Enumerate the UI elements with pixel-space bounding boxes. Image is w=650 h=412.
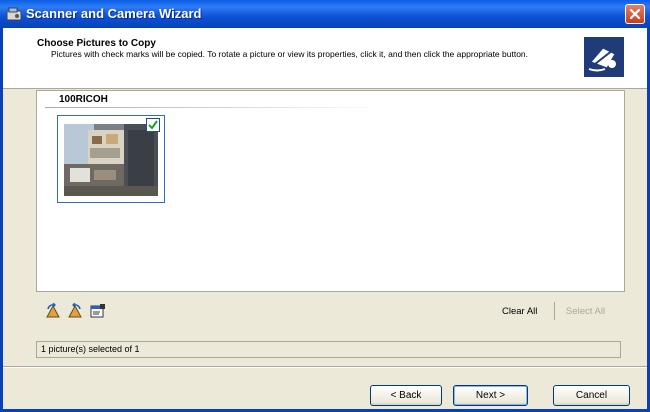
page-description: Pictures with check marks will be copied… bbox=[51, 49, 529, 59]
rotate-clockwise-icon[interactable] bbox=[45, 303, 61, 319]
cancel-button[interactable]: Cancel bbox=[553, 385, 630, 406]
toolbar-separator bbox=[554, 302, 555, 320]
select-all-button[interactable]: Select All bbox=[566, 306, 605, 317]
picture-select-checkbox[interactable] bbox=[146, 118, 160, 132]
picture-list-panel[interactable]: 100RICOH bbox=[36, 90, 625, 292]
folder-label: 100RICOH bbox=[59, 94, 108, 105]
window-title: Scanner and Camera Wizard bbox=[26, 6, 202, 21]
page-title: Choose Pictures to Copy bbox=[37, 38, 156, 49]
rotate-counterclockwise-icon[interactable] bbox=[67, 303, 83, 319]
scanner-camera-wizard-window: Scanner and Camera Wizard Choose Picture… bbox=[0, 0, 650, 412]
picture-thumbnail[interactable] bbox=[57, 115, 165, 203]
clear-all-button[interactable]: Clear All bbox=[502, 306, 537, 317]
close-icon bbox=[629, 8, 641, 20]
picture-thumbnail-image bbox=[64, 124, 158, 196]
back-button[interactable]: < Back bbox=[370, 385, 442, 406]
checkmark-icon bbox=[148, 120, 158, 130]
folder-divider bbox=[45, 107, 385, 108]
title-bar[interactable]: Scanner and Camera Wizard bbox=[0, 0, 650, 28]
selection-status-bar: 1 picture(s) selected of 1 bbox=[36, 341, 621, 358]
scanner-app-icon bbox=[6, 7, 22, 21]
selection-status-text: 1 picture(s) selected of 1 bbox=[41, 344, 140, 354]
close-button[interactable] bbox=[625, 4, 645, 24]
button-area-divider bbox=[3, 366, 647, 368]
camera-wizard-icon bbox=[584, 37, 624, 77]
wizard-header: Choose Pictures to Copy Pictures with ch… bbox=[3, 28, 647, 89]
next-button[interactable]: Next > bbox=[453, 385, 528, 406]
properties-icon[interactable] bbox=[90, 303, 106, 319]
